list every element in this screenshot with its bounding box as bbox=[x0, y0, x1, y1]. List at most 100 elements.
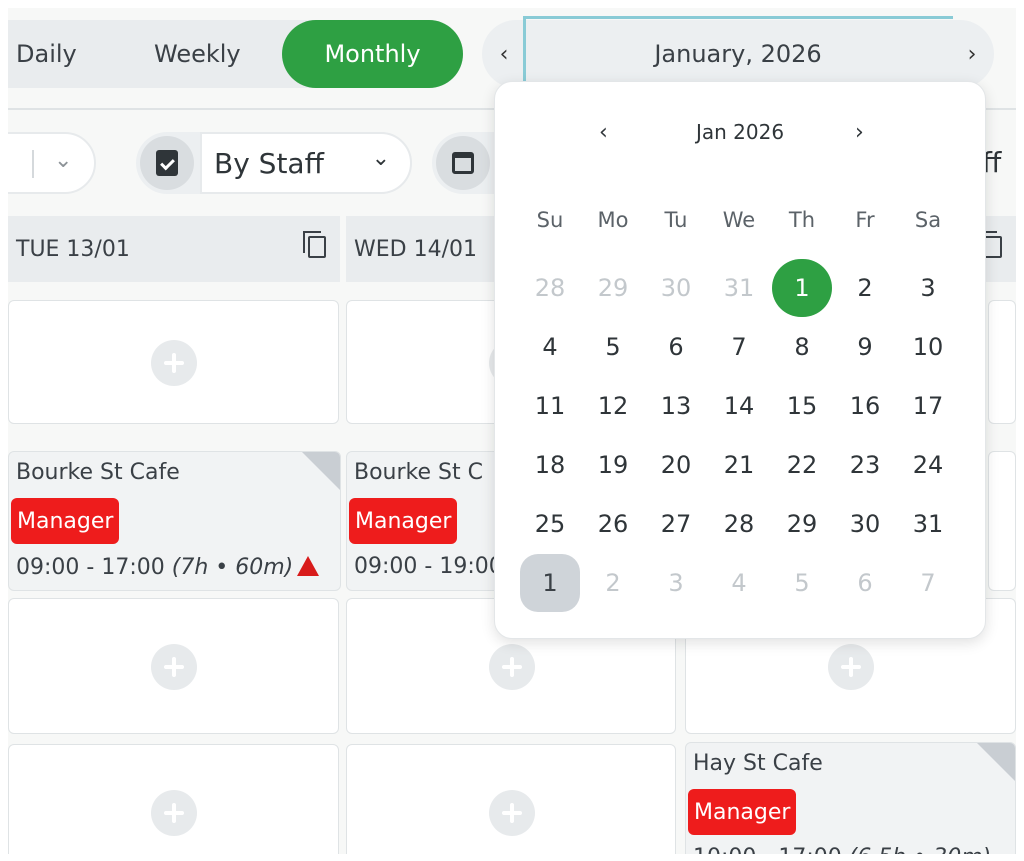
shift-time-range: 09:00 - 17:00 bbox=[16, 555, 165, 580]
day-column-header: TUE 13/01 bbox=[8, 216, 340, 282]
calendar-day[interactable]: 29 bbox=[583, 259, 643, 317]
weekday-header: Fr bbox=[855, 208, 875, 232]
shift-corner-flag bbox=[977, 743, 1015, 781]
add-shift-icon[interactable] bbox=[151, 340, 197, 386]
add-shift-icon[interactable] bbox=[489, 644, 535, 690]
add-shift-icon[interactable] bbox=[489, 790, 535, 836]
empty-shift-cell[interactable] bbox=[8, 744, 339, 854]
shift-location: Bourke St Cafe bbox=[16, 460, 180, 485]
calendar-day[interactable]: 24 bbox=[898, 436, 958, 494]
calendar-day[interactable]: 6 bbox=[835, 554, 895, 612]
role-badge: Manager bbox=[11, 498, 120, 544]
calendar-day[interactable]: 15 bbox=[772, 377, 832, 435]
calendar-day[interactable]: 17 bbox=[898, 377, 958, 435]
calendar-day[interactable]: 31 bbox=[709, 259, 769, 317]
shift-location: Bourke St C bbox=[354, 460, 483, 485]
empty-shift-cell[interactable] bbox=[346, 300, 535, 424]
weekday-header: Sa bbox=[914, 208, 942, 232]
calendar-day[interactable]: 22 bbox=[772, 436, 832, 494]
calendar-day[interactable]: 4 bbox=[709, 554, 769, 612]
empty-shift-cell[interactable] bbox=[8, 598, 339, 734]
empty-shift-cell[interactable] bbox=[8, 300, 339, 424]
calendar-day[interactable]: 3 bbox=[646, 554, 706, 612]
shift-time-range: 10:00 - 17:00 bbox=[693, 845, 842, 854]
picker-next-month-button[interactable]: › bbox=[855, 120, 864, 145]
add-shift-icon[interactable] bbox=[828, 644, 874, 690]
picker-title: Jan 2026 bbox=[695, 120, 785, 144]
calendar-day[interactable]: 7 bbox=[898, 554, 958, 612]
shift-duration: (6.5h • 30m) bbox=[849, 845, 991, 854]
shift-duration: (7h • 60m) bbox=[171, 555, 294, 580]
calendar-day[interactable]: 1 bbox=[520, 554, 580, 612]
chevron-down-icon: ⌄ bbox=[54, 148, 73, 173]
empty-shift-cell[interactable] bbox=[988, 451, 1016, 591]
calendar-day[interactable]: 29 bbox=[772, 495, 832, 553]
calendar-day[interactable]: 2 bbox=[835, 259, 895, 317]
month-label-button[interactable]: January, 2026 bbox=[482, 20, 994, 88]
calendar-day[interactable]: 8 bbox=[772, 318, 832, 376]
calendar-day[interactable]: 30 bbox=[835, 495, 895, 553]
group-by-select-field[interactable]: By Staff ⌄ bbox=[200, 132, 412, 194]
warning-icon bbox=[297, 556, 320, 576]
calendar-day[interactable]: 11 bbox=[520, 377, 580, 435]
empty-shift-cell[interactable] bbox=[346, 744, 676, 854]
calendar-day[interactable]: 14 bbox=[709, 377, 769, 435]
filter-dropdown-partial[interactable]: ⌄ bbox=[8, 132, 96, 194]
shift-location: Hay St Cafe bbox=[693, 751, 823, 776]
add-shift-icon[interactable] bbox=[151, 790, 197, 836]
chevron-down-icon: ⌄ bbox=[371, 146, 390, 171]
shift-corner-flag bbox=[302, 452, 340, 490]
calendar-day[interactable]: 9 bbox=[835, 318, 895, 376]
calendar-day[interactable]: 7 bbox=[709, 318, 769, 376]
copy-icon[interactable] bbox=[303, 231, 326, 258]
calendar-day[interactable]: 19 bbox=[583, 436, 643, 494]
calendar-day[interactable]: 27 bbox=[646, 495, 706, 553]
view-toggle: Daily Weekly Monthly bbox=[8, 20, 463, 88]
calendar-day[interactable]: 20 bbox=[646, 436, 706, 494]
calendar-day[interactable]: 26 bbox=[583, 495, 643, 553]
day-label: TUE 13/01 bbox=[16, 236, 130, 262]
calendar-day[interactable]: 28 bbox=[520, 259, 580, 317]
calendar-day[interactable]: 2 bbox=[583, 554, 643, 612]
calendar-day[interactable]: 21 bbox=[709, 436, 769, 494]
calendar-day[interactable]: 5 bbox=[583, 318, 643, 376]
weekday-header: Tu bbox=[664, 208, 688, 232]
calendar-day[interactable]: 30 bbox=[646, 259, 706, 317]
calendar-day[interactable]: 12 bbox=[583, 377, 643, 435]
weekday-header: We bbox=[722, 208, 756, 232]
calendar-day[interactable]: 16 bbox=[835, 377, 895, 435]
calendar-day[interactable]: 18 bbox=[520, 436, 580, 494]
shift-card[interactable]: Hay St Cafe Manager 10:00 - 17:00 (6.5h … bbox=[685, 742, 1016, 854]
add-shift-icon[interactable] bbox=[151, 644, 197, 690]
calendar-day[interactable]: 5 bbox=[772, 554, 832, 612]
date-picker-popup: ‹ Jan 2026 › Su Mo Tu We Th Fr Sa 28 29 30 31 1 2 3 4 5… bbox=[494, 81, 986, 639]
dropdown-divider bbox=[32, 150, 34, 178]
copy-icon[interactable] bbox=[979, 231, 1002, 258]
shift-card[interactable]: Bourke St C Manager 09:00 - 19:00 bbox=[346, 451, 506, 591]
weekday-header: Su bbox=[536, 208, 564, 232]
calendar-day[interactable]: 28 bbox=[709, 495, 769, 553]
role-badge: Manager bbox=[349, 498, 458, 544]
calendar-day[interactable]: 10 bbox=[898, 318, 958, 376]
day-label: WED 14/01 bbox=[354, 236, 477, 262]
calendar-day[interactable]: 31 bbox=[898, 495, 958, 553]
calendar-day[interactable]: 3 bbox=[898, 259, 958, 317]
calendar-filter-icon bbox=[436, 136, 490, 190]
calendar-day[interactable]: 6 bbox=[646, 318, 706, 376]
group-by-value: By Staff bbox=[214, 146, 324, 180]
weekday-header: Th bbox=[788, 208, 816, 232]
next-month-button[interactable]: › bbox=[952, 20, 992, 88]
weekly-view-button[interactable]: Weekly bbox=[154, 20, 241, 88]
calendar-day[interactable]: 23 bbox=[835, 436, 895, 494]
calendar-day[interactable]: 25 bbox=[520, 495, 580, 553]
calendar-day[interactable]: 4 bbox=[520, 318, 580, 376]
empty-shift-cell[interactable] bbox=[988, 300, 1016, 424]
shift-time: 09:00 - 17:00 (7h • 60m) bbox=[16, 554, 320, 580]
group-by-select[interactable]: By Staff ⌄ bbox=[136, 132, 412, 194]
monthly-view-button[interactable]: Monthly bbox=[282, 20, 463, 88]
calendar-day[interactable]: 1 bbox=[772, 259, 832, 317]
daily-view-button[interactable]: Daily bbox=[16, 20, 77, 88]
calendar-day[interactable]: 13 bbox=[646, 377, 706, 435]
shift-card[interactable]: Bourke St Cafe Manager 09:00 - 17:00 (7h… bbox=[8, 451, 341, 591]
weekday-header: Mo bbox=[597, 208, 629, 232]
